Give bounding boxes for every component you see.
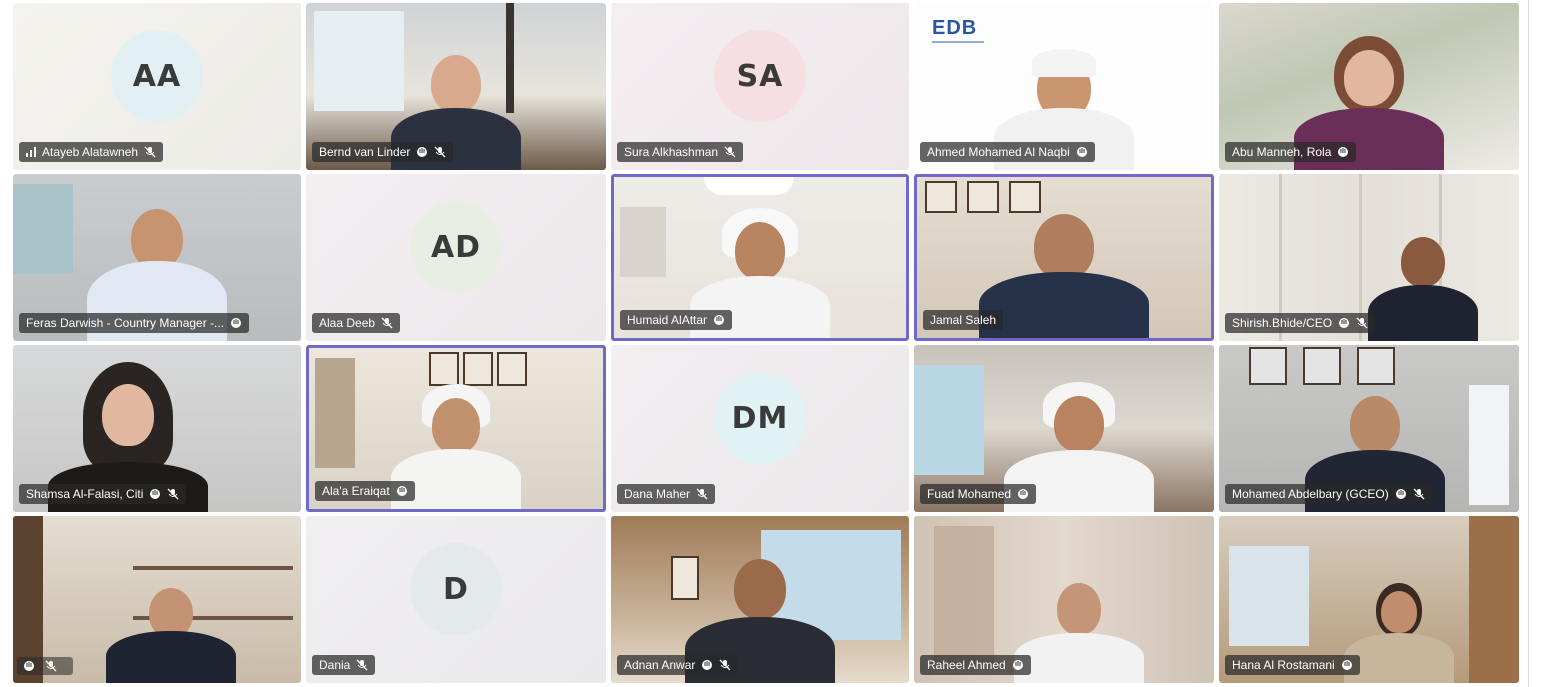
participant-tile[interactable]: SA Sura Alkhashman — [611, 3, 909, 170]
participant-tile[interactable]: Humaid AlAttar — [611, 174, 909, 341]
participant-nametag: Feras Darwish - Country Manager -... — [19, 313, 250, 333]
participant-nametag: Sura Alkhashman — [617, 142, 744, 162]
raise-hand-icon — [713, 314, 725, 326]
participant-nametag: Humaid AlAttar — [620, 310, 733, 330]
participant-name: Feras Darwish - Country Manager -... — [26, 316, 225, 330]
signal-bars-icon — [26, 147, 36, 157]
mic-off-icon — [1413, 488, 1425, 500]
participant-tile[interactable]: Abu Manneh, Rola — [1219, 3, 1519, 170]
participant-tile[interactable]: DM Dana Maher — [611, 345, 909, 512]
participant-nametag: Shamsa Al-Falasi, Citi — [19, 484, 187, 504]
participant-name: Atayeb Alatawneh — [42, 145, 139, 159]
mic-off-icon — [356, 659, 368, 671]
participant-name: Fuad Mohamed — [927, 487, 1012, 501]
participant-name: Hana Al Rostamani — [1232, 658, 1335, 672]
participant-name: Abu Manneh, Rola — [1232, 145, 1332, 159]
participant-name: Alaa Deeb — [319, 316, 376, 330]
edb-logo-subtitle — [932, 41, 984, 53]
mic-off-icon — [45, 660, 57, 672]
participant-name: Ahmed Mohamed Al Naqbi — [927, 145, 1070, 159]
participant-name: Jamal Saleh — [930, 313, 997, 327]
raise-hand-icon — [416, 146, 428, 158]
participant-nametag: Atayeb Alatawneh — [19, 142, 164, 162]
participant-nametag: Bernd van Linder — [312, 142, 454, 162]
participant-grid: AA Atayeb Alatawneh Bernd van Linder SA … — [13, 3, 1523, 683]
participant-name: Shamsa Al-Falasi, Citi — [26, 487, 144, 501]
participant-nametag: Adnan Anwar — [617, 655, 739, 675]
participant-name: Adnan Anwar — [624, 658, 696, 672]
participant-tile[interactable]: Raheel Ahmed — [914, 516, 1214, 683]
participant-nametag: Fuad Mohamed — [920, 484, 1037, 504]
participant-avatar: AA — [111, 30, 203, 123]
participant-name: Dania — [319, 658, 351, 672]
raise-hand-icon — [1337, 146, 1349, 158]
participant-nametag: Abu Manneh, Rola — [1225, 142, 1357, 162]
participant-name: Sura Alkhashman — [624, 145, 719, 159]
participant-tile[interactable]: Feras Darwish - Country Manager -... — [13, 174, 301, 341]
participant-tile[interactable]: EDB Ahmed Mohamed Al Naqbi — [914, 3, 1214, 170]
participant-nametag: Alaa Deeb — [312, 313, 401, 333]
participant-nametag: Shirish.Bhide/CEO — [1225, 313, 1376, 333]
participant-nametag: Jamal Saleh — [923, 310, 1004, 330]
raise-hand-icon — [1012, 659, 1024, 671]
participant-avatar: DM — [714, 372, 806, 465]
raise-hand-icon — [396, 485, 408, 497]
participant-tile[interactable] — [13, 516, 301, 683]
participant-name: Shirish.Bhide/CEO — [1232, 316, 1333, 330]
participant-avatar: D — [410, 543, 502, 636]
raise-hand-icon — [230, 317, 242, 329]
raise-hand-icon — [1341, 659, 1353, 671]
participant-name: Ala'a Eraiqat — [322, 484, 390, 498]
participant-tile[interactable]: Bernd van Linder — [306, 3, 606, 170]
mic-off-icon — [144, 146, 156, 158]
participant-tile[interactable]: AD Alaa Deeb — [306, 174, 606, 341]
participant-tile[interactable]: Mohamed Abdelbary (GCEO) — [1219, 345, 1519, 512]
participant-nametag: Ala'a Eraiqat — [315, 481, 415, 501]
participant-nametag: Hana Al Rostamani — [1225, 655, 1360, 675]
raise-hand-icon — [1338, 317, 1350, 329]
participant-tile[interactable]: Ala'a Eraiqat — [306, 345, 606, 512]
participant-name: Bernd van Linder — [319, 145, 411, 159]
raise-hand-icon — [1395, 488, 1407, 500]
raise-hand-icon — [1017, 488, 1029, 500]
participant-name: Mohamed Abdelbary (GCEO) — [1232, 487, 1389, 501]
mic-off-icon — [1356, 317, 1368, 329]
participant-avatar: AD — [410, 201, 502, 294]
participant-tile[interactable]: Hana Al Rostamani — [1219, 516, 1519, 683]
participant-tile[interactable]: Adnan Anwar — [611, 516, 909, 683]
participant-nametag: Dana Maher — [617, 484, 716, 504]
participant-tile[interactable]: Jamal Saleh — [914, 174, 1214, 341]
raise-hand-icon — [1076, 146, 1088, 158]
participant-name: Dana Maher — [624, 487, 691, 501]
edb-logo: EDB — [932, 17, 978, 39]
mic-off-icon — [719, 659, 731, 671]
meeting-stage: AA Atayeb Alatawneh Bernd van Linder SA … — [0, 0, 1529, 687]
raise-hand-icon — [149, 488, 161, 500]
participant-tile[interactable]: Shamsa Al-Falasi, Citi — [13, 345, 301, 512]
participant-tile[interactable]: Fuad Mohamed — [914, 345, 1214, 512]
mic-off-icon — [434, 146, 446, 158]
mic-off-icon — [696, 488, 708, 500]
participant-tile[interactable]: AA Atayeb Alatawneh — [13, 3, 301, 170]
participant-nametag: Raheel Ahmed — [920, 655, 1031, 675]
raise-hand-icon — [701, 659, 713, 671]
participant-nametag: Ahmed Mohamed Al Naqbi — [920, 142, 1095, 162]
mic-off-icon — [167, 488, 179, 500]
participant-avatar: SA — [714, 30, 806, 123]
mic-off-icon — [724, 146, 736, 158]
raise-hand-icon — [23, 660, 35, 672]
participant-nametag: Mohamed Abdelbary (GCEO) — [1225, 484, 1432, 504]
participant-name: Humaid AlAttar — [627, 313, 708, 327]
participant-nametag: Dania — [312, 655, 376, 675]
mic-off-icon — [381, 317, 393, 329]
participant-name: Raheel Ahmed — [927, 658, 1006, 672]
participant-tile[interactable]: Shirish.Bhide/CEO — [1219, 174, 1519, 341]
participant-nametag — [17, 657, 73, 675]
participant-tile[interactable]: D Dania — [306, 516, 606, 683]
